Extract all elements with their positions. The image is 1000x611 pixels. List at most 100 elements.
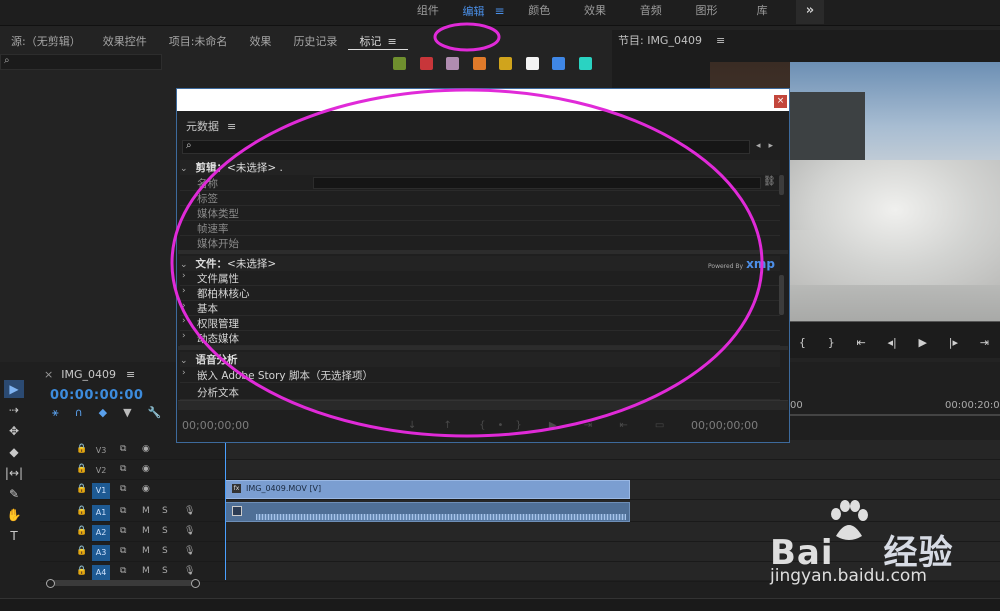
track-target-toggle[interactable]: A1 bbox=[92, 505, 110, 521]
transport-button[interactable]: ⇤ bbox=[856, 336, 865, 350]
timeline-tool-icon[interactable]: ∩ bbox=[75, 406, 83, 420]
marker-color-swatch[interactable] bbox=[525, 57, 539, 70]
marker-search-input[interactable]: ⌕ bbox=[0, 54, 162, 70]
speech-section-header[interactable]: ⌄ 语音分析 bbox=[180, 352, 780, 367]
panel-menu-icon[interactable]: ≡ bbox=[126, 368, 135, 381]
clip-property-row[interactable]: 媒体开始 bbox=[180, 236, 780, 251]
marker-color-swatch[interactable] bbox=[446, 57, 459, 70]
mute-button[interactable]: M bbox=[142, 506, 150, 516]
timeline-tool-icon[interactable]: ◆ bbox=[99, 406, 107, 420]
file-group-row[interactable]: › 文件属性 bbox=[180, 271, 780, 286]
sync-icon[interactable]: ⧉ bbox=[120, 464, 126, 474]
track-target-toggle[interactable]: V3 bbox=[92, 443, 110, 459]
tool-button[interactable]: |↔| bbox=[4, 464, 24, 482]
transport-button[interactable]: { bbox=[799, 336, 806, 350]
lock-icon[interactable]: 🔒 bbox=[76, 546, 87, 556]
close-icon[interactable]: × bbox=[44, 368, 53, 381]
timeline-tool-icon[interactable]: ▼ bbox=[123, 406, 131, 420]
marker-color-swatch[interactable] bbox=[472, 57, 486, 70]
analyze-text-row[interactable]: 分析文本 bbox=[180, 385, 780, 400]
microphone-icon[interactable]: 🎙 bbox=[184, 506, 195, 516]
marker-color-swatch[interactable] bbox=[552, 57, 565, 70]
track-target-toggle[interactable]: V2 bbox=[92, 463, 110, 479]
timeline-tool-icon[interactable]: ⚹ bbox=[52, 406, 59, 420]
file-group-row[interactable]: › 基本 bbox=[180, 301, 780, 316]
workspace-more-button[interactable]: » bbox=[796, 0, 824, 24]
lock-icon[interactable]: 🔒 bbox=[76, 526, 87, 536]
tool-button[interactable]: ✎ bbox=[4, 485, 24, 503]
tool-button[interactable]: ▶ bbox=[4, 380, 24, 398]
mute-button[interactable]: M bbox=[142, 566, 150, 576]
workspace-tab[interactable]: 效果 bbox=[567, 0, 623, 26]
eye-icon[interactable]: ◉ bbox=[142, 484, 150, 494]
footer-timecode-out[interactable]: 00;00;00;00 bbox=[691, 419, 758, 432]
eye-icon[interactable]: ◉ bbox=[142, 444, 150, 454]
eye-icon[interactable]: ◉ bbox=[142, 464, 150, 474]
solo-button[interactable]: S bbox=[162, 526, 168, 536]
source-panel-tab[interactable]: 源:（无剪辑） bbox=[0, 33, 92, 49]
track-target-toggle[interactable]: V1 bbox=[92, 483, 110, 499]
sync-icon[interactable]: ⧉ bbox=[120, 506, 126, 516]
tool-button[interactable]: ✥ bbox=[4, 422, 24, 440]
solo-button[interactable]: S bbox=[162, 566, 168, 576]
program-monitor-title[interactable]: 节目: IMG_0409 ≡ bbox=[618, 32, 725, 48]
footer-timecode-in[interactable]: 00;00;00;00 bbox=[182, 419, 249, 432]
sync-icon[interactable]: ⧉ bbox=[120, 526, 126, 536]
transport-button[interactable]: |▸ bbox=[949, 336, 958, 350]
program-time-ruler[interactable] bbox=[790, 312, 1000, 322]
transport-button[interactable]: ◂| bbox=[888, 336, 897, 350]
file-group-row[interactable]: › 都柏林核心 bbox=[180, 286, 780, 301]
transport-button[interactable]: ▶ bbox=[919, 336, 927, 350]
microphone-icon[interactable]: 🎙 bbox=[184, 566, 195, 576]
file-group-row[interactable]: › 动态媒体 bbox=[180, 331, 780, 346]
clip-section-header[interactable]: ⌄ 剪辑：<未选择> . bbox=[180, 160, 780, 175]
track-target-toggle[interactable]: A2 bbox=[92, 525, 110, 541]
nav-prev-icon[interactable]: ◂ bbox=[756, 141, 769, 151]
source-panel-tab[interactable]: 历史记录 bbox=[282, 33, 348, 49]
mute-button[interactable]: M bbox=[142, 526, 150, 536]
workspace-tab[interactable]: 库 bbox=[734, 0, 790, 26]
panel-menu-icon[interactable]: ≡ bbox=[716, 34, 725, 47]
file-group-row[interactable]: › 权限管理 bbox=[180, 316, 780, 331]
workspace-tab[interactable]: 音频 bbox=[623, 0, 679, 26]
panel-menu-icon[interactable]: ≡ bbox=[227, 120, 236, 133]
tool-button[interactable]: T bbox=[4, 527, 24, 545]
clip-property-row[interactable]: 标签 bbox=[180, 191, 780, 206]
metadata-search-input[interactable]: ⌕ bbox=[182, 140, 750, 154]
lock-icon[interactable]: 🔒 bbox=[76, 464, 87, 474]
dialog-horizontal-scrollbar[interactable] bbox=[178, 400, 788, 410]
workspace-tab[interactable]: 颜色 bbox=[511, 0, 567, 26]
workspace-tab[interactable]: 编辑 ≡ bbox=[456, 0, 512, 26]
timeline-timecode[interactable]: 00:00:00:00 bbox=[50, 388, 143, 403]
timeline-tool-icon[interactable]: 🔧 bbox=[148, 406, 162, 420]
transport-button[interactable]: } bbox=[828, 336, 835, 350]
lock-icon[interactable]: 🔒 bbox=[76, 444, 87, 454]
microphone-icon[interactable]: 🎙 bbox=[184, 526, 195, 536]
dialog-scrollbar[interactable] bbox=[779, 275, 784, 315]
audio-clip[interactable] bbox=[225, 502, 630, 522]
source-panel-tab[interactable]: 项目:未命名 bbox=[158, 33, 239, 49]
transport-button[interactable]: ⇥ bbox=[980, 336, 989, 350]
video-clip[interactable]: fx IMG_0409.MOV [V] bbox=[225, 480, 630, 499]
marker-color-swatch[interactable] bbox=[578, 57, 592, 70]
workspace-tab[interactable]: 图形 bbox=[679, 0, 735, 26]
menu-icon[interactable]: ≡ bbox=[495, 4, 505, 18]
sync-icon[interactable]: ⧉ bbox=[120, 546, 126, 556]
timeline-zoom-scrollbar[interactable] bbox=[46, 579, 200, 588]
close-button[interactable]: × bbox=[774, 95, 787, 108]
clip-name-field[interactable] bbox=[313, 177, 761, 189]
nav-next-icon[interactable]: ▸ bbox=[769, 141, 782, 151]
clip-property-row[interactable]: 媒体类型 bbox=[180, 206, 780, 221]
tool-button[interactable]: ✋ bbox=[4, 506, 24, 524]
workspace-tab[interactable]: 组件 bbox=[400, 0, 456, 26]
marker-color-swatch[interactable] bbox=[419, 57, 433, 70]
tool-button[interactable]: ◆ bbox=[4, 443, 24, 461]
lock-icon[interactable]: 🔒 bbox=[76, 566, 87, 576]
section-divider[interactable] bbox=[178, 250, 788, 254]
timeline-tab[interactable]: × IMG_0409 ≡ bbox=[44, 368, 135, 381]
track-target-toggle[interactable]: A3 bbox=[92, 545, 110, 561]
source-panel-tab[interactable]: 效果 bbox=[238, 33, 282, 49]
link-icon[interactable]: ⛓ bbox=[763, 176, 776, 187]
panel-menu-icon[interactable]: ≡ bbox=[387, 35, 396, 48]
lock-icon[interactable]: 🔒 bbox=[76, 484, 87, 494]
